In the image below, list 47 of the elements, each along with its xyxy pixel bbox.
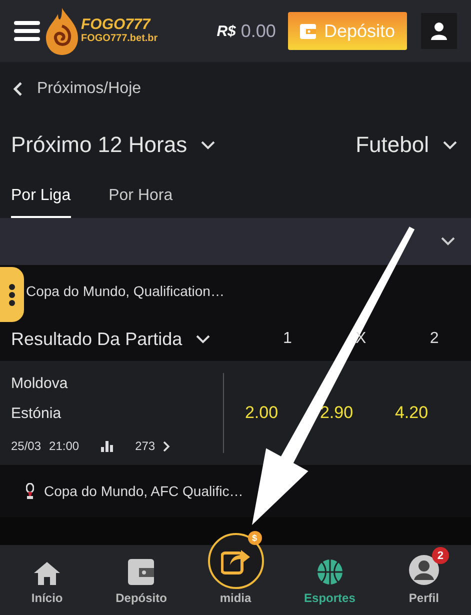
nav-item[interactable]: $ midia bbox=[188, 523, 283, 615]
profile-icon bbox=[408, 555, 439, 585]
account-button[interactable] bbox=[421, 13, 457, 49]
chevron-down-icon bbox=[196, 334, 210, 344]
user-icon bbox=[431, 22, 447, 40]
column-header: 2 bbox=[428, 330, 440, 348]
team-name: Moldova bbox=[11, 374, 69, 394]
logo-title: FOGO777 bbox=[81, 17, 152, 33]
floating-menu-button[interactable] bbox=[0, 267, 24, 322]
market-dropdown[interactable]: Resultado Da Partida bbox=[11, 328, 251, 350]
nav-item[interactable]: Depósito bbox=[94, 545, 188, 615]
match-time: 21:00 bbox=[49, 439, 80, 453]
chevron-down-icon bbox=[443, 140, 457, 150]
chevron-down-icon bbox=[201, 140, 216, 150]
period-dropdown[interactable]: Próximo 12 Horas bbox=[11, 132, 216, 158]
sport-dropdown[interactable]: Futebol bbox=[356, 132, 457, 158]
league-name[interactable]: Copa do Mundo, Qualification… bbox=[26, 283, 224, 299]
chevron-down-icon bbox=[441, 237, 455, 246]
team-name: Estónia bbox=[11, 404, 62, 424]
wallet-icon bbox=[300, 24, 316, 38]
chevron-right-icon bbox=[163, 440, 170, 452]
column-header: X bbox=[354, 330, 368, 348]
league-name[interactable]: Copa do Mundo, AFC Qualific… bbox=[44, 483, 244, 499]
breadcrumb-text[interactable]: Próximos/Hoje bbox=[37, 80, 142, 98]
nav-item[interactable]: Início bbox=[0, 545, 94, 615]
more-markets-link[interactable]: 273 bbox=[135, 439, 156, 453]
odds-button[interactable]: 2.00 bbox=[244, 403, 278, 423]
basketball-icon bbox=[316, 559, 343, 585]
more-dots-icon bbox=[8, 284, 16, 306]
logo-subtitle: FOGO777.bet.br bbox=[81, 33, 158, 45]
notification-badge: 2 bbox=[432, 547, 449, 564]
nav-item[interactable]: 2 Perfil bbox=[376, 545, 471, 615]
trophy-icon bbox=[26, 483, 34, 499]
currency-symbol: R$ bbox=[216, 22, 236, 40]
column-header: 1 bbox=[282, 330, 293, 348]
wallet-icon bbox=[128, 559, 154, 585]
odds-button[interactable]: 4.20 bbox=[394, 403, 428, 423]
back-icon[interactable] bbox=[13, 80, 23, 96]
match-date: 25/03 bbox=[11, 439, 42, 453]
nav-item[interactable]: Esportes bbox=[282, 545, 377, 615]
menu-icon[interactable] bbox=[14, 20, 40, 42]
flame-icon bbox=[44, 6, 80, 56]
balance-amount: 0.00 bbox=[240, 20, 276, 42]
home-icon bbox=[33, 561, 62, 585]
stats-icon[interactable] bbox=[101, 440, 114, 452]
tab[interactable]: Por Hora bbox=[108, 175, 173, 218]
odds-button[interactable]: 2.90 bbox=[320, 403, 354, 423]
